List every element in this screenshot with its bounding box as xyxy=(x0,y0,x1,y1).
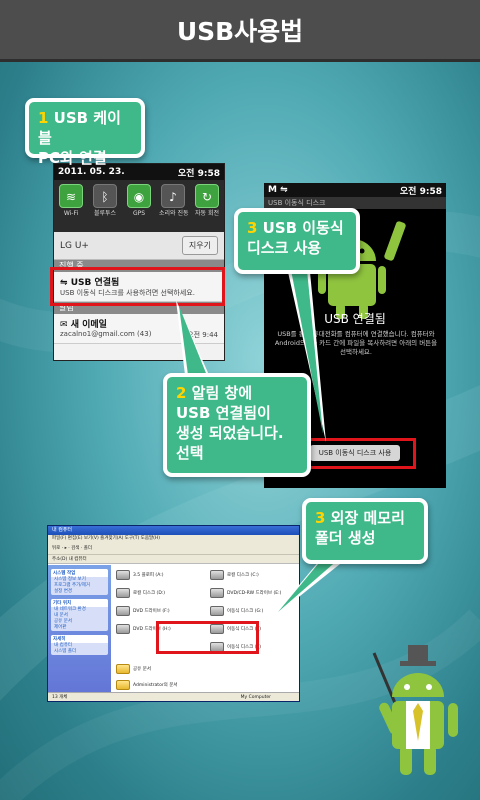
callout-text: 디스크 사용 xyxy=(247,239,322,257)
step-number: 1 xyxy=(38,109,49,127)
android-mascot-icon xyxy=(372,645,458,775)
step2-callout: 2 알림 창에 USB 연결됨이 생성 되었습니다. 선택 xyxy=(163,373,311,477)
callout-text: 폴더 생성 xyxy=(315,529,376,547)
callout-text: PC와 연결 xyxy=(38,149,107,167)
step-number: 3 xyxy=(247,219,258,237)
callout-text: 선택 xyxy=(176,444,204,462)
callout-text: USB 연결됨이 xyxy=(176,404,271,422)
step-number: 3 xyxy=(315,509,326,527)
callout-text: 외장 메모리 xyxy=(325,509,405,527)
step3-usb-callout: 3 USB 이동식 디스크 사용 xyxy=(234,208,360,274)
step1-callout: 1 USB 케이블 PC와 연결 xyxy=(25,98,145,167)
callout-text: 알림 창에 xyxy=(186,384,253,402)
step3-folder-callout: 3 외장 메모리 폴더 생성 xyxy=(302,498,428,564)
callout-text: USB 이동식 xyxy=(257,219,344,237)
step-number: 2 xyxy=(176,384,187,402)
callout-text: USB 케이블 xyxy=(38,109,121,147)
callout-text: 생성 되었습니다. xyxy=(176,424,284,442)
